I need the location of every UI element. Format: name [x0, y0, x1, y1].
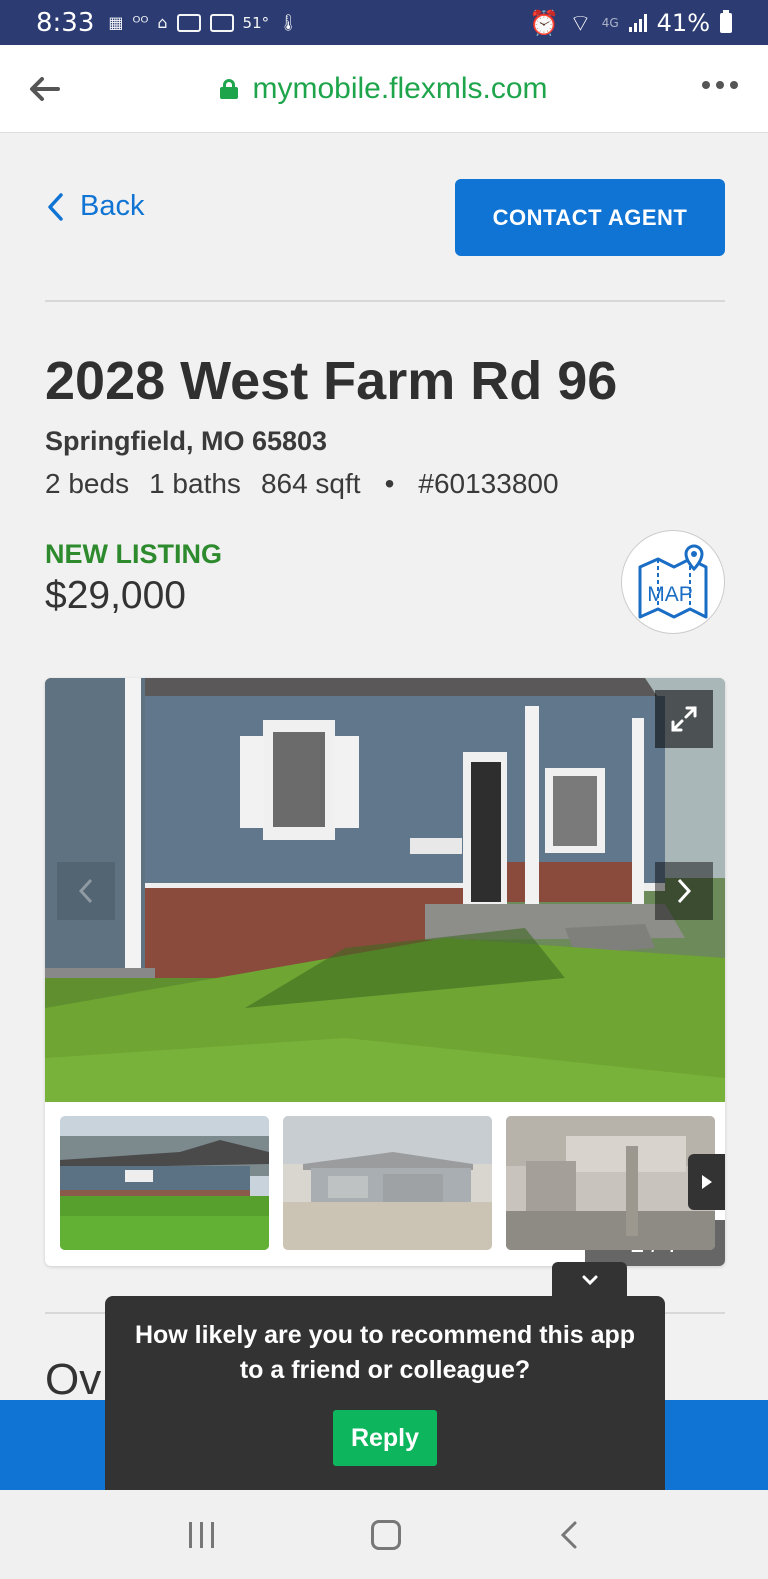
home-app-icon: ⌂	[157, 13, 168, 32]
thumbnail-next-button[interactable]	[688, 1154, 725, 1210]
notification-icons: ▦ ᴼᴼ ⌂ 51° 🌡	[108, 13, 298, 32]
voicemail-icon: ᴼᴼ	[132, 13, 149, 32]
survey-popup: How likely are you to recommend this app…	[105, 1296, 665, 1490]
previous-photo-button[interactable]	[57, 862, 115, 920]
listing-facts: 2 beds 1 baths 864 sqft • #60133800	[45, 468, 559, 500]
listing-price: $29,000	[45, 574, 186, 617]
thumbnail-interior	[506, 1116, 715, 1250]
reply-button[interactable]: Reply	[333, 1410, 437, 1466]
thermometer-icon: 🌡	[278, 13, 299, 32]
thumbnail-strip	[60, 1116, 715, 1250]
survey-collapse-button[interactable]	[552, 1262, 627, 1298]
chevron-right-icon	[677, 878, 692, 904]
arrow-left-icon	[30, 77, 60, 101]
main-photo[interactable]	[45, 678, 725, 1102]
listing-address: 2028 West Farm Rd 96	[45, 351, 618, 411]
divider	[45, 300, 725, 302]
listing-city: Springfield, MO 65803	[45, 426, 328, 456]
weather-temperature: 51°	[242, 13, 270, 32]
chevron-down-icon	[582, 1275, 597, 1286]
thumbnail-house-exterior	[60, 1116, 269, 1250]
battery-percent: 41%	[656, 8, 710, 37]
network-type: 4G	[601, 15, 619, 30]
recent-apps-icon[interactable]	[188, 1521, 214, 1548]
url-field[interactable]: mymobile.flexmls.com	[0, 72, 768, 106]
more-options-icon[interactable]	[702, 81, 738, 89]
status-bar: 8:33 ▦ ᴼᴼ ⌂ 51° 🌡 ⏰ ⌔ 4G 41%	[0, 0, 768, 45]
lock-icon	[220, 78, 239, 99]
chevron-left-icon	[48, 192, 63, 221]
gmail-icon	[176, 13, 201, 32]
wifi-icon: ⌔	[569, 8, 592, 37]
play-arrow-icon	[701, 1175, 712, 1189]
photo-gallery: 1 / 7	[45, 678, 725, 1266]
status-time: 8:33	[36, 7, 95, 38]
browser-back-button[interactable]	[24, 71, 64, 107]
thumbnail[interactable]	[283, 1116, 492, 1250]
browser-url-bar: mymobile.flexmls.com	[0, 45, 768, 133]
overview-heading: Ov	[45, 1355, 102, 1404]
fullscreen-button[interactable]	[655, 690, 713, 748]
mls-number: #60133800	[418, 468, 559, 499]
facts-separator: •	[384, 468, 395, 499]
system-navigation-bar	[0, 1490, 768, 1579]
chevron-left-icon	[78, 878, 93, 904]
map-button[interactable]: MAP	[621, 530, 725, 634]
listing-status-badge: NEW LISTING	[45, 539, 222, 569]
survey-question: How likely are you to recommend this app…	[134, 1321, 636, 1384]
thumbnail[interactable]	[60, 1116, 269, 1250]
expand-icon	[671, 706, 697, 732]
baths-count: 1 baths	[149, 468, 241, 499]
next-photo-button[interactable]	[655, 862, 713, 920]
contact-agent-button[interactable]: CONTACT AGENT	[455, 179, 725, 256]
sqft-value: 864 sqft	[260, 468, 361, 499]
thumbnail[interactable]	[506, 1116, 715, 1250]
system-icons: ⏰ ⌔ 4G 41%	[529, 8, 732, 38]
house-photo	[45, 678, 725, 1102]
map-icon: MAP	[638, 544, 708, 619]
back-link[interactable]: Back	[46, 190, 144, 223]
beds-count: 2 beds	[45, 468, 130, 499]
home-icon[interactable]	[370, 1519, 401, 1550]
url-text: mymobile.flexmls.com	[252, 71, 548, 105]
thumbnail-garage	[283, 1116, 492, 1250]
gmail-icon	[209, 13, 234, 32]
news-app-icon: ▦	[108, 13, 124, 32]
map-label: MAP	[647, 583, 693, 606]
back-icon[interactable]	[558, 1519, 580, 1551]
signal-icon	[628, 13, 647, 32]
back-label: Back	[80, 190, 145, 222]
alarm-icon: ⏰	[529, 8, 560, 37]
battery-icon	[720, 9, 732, 33]
